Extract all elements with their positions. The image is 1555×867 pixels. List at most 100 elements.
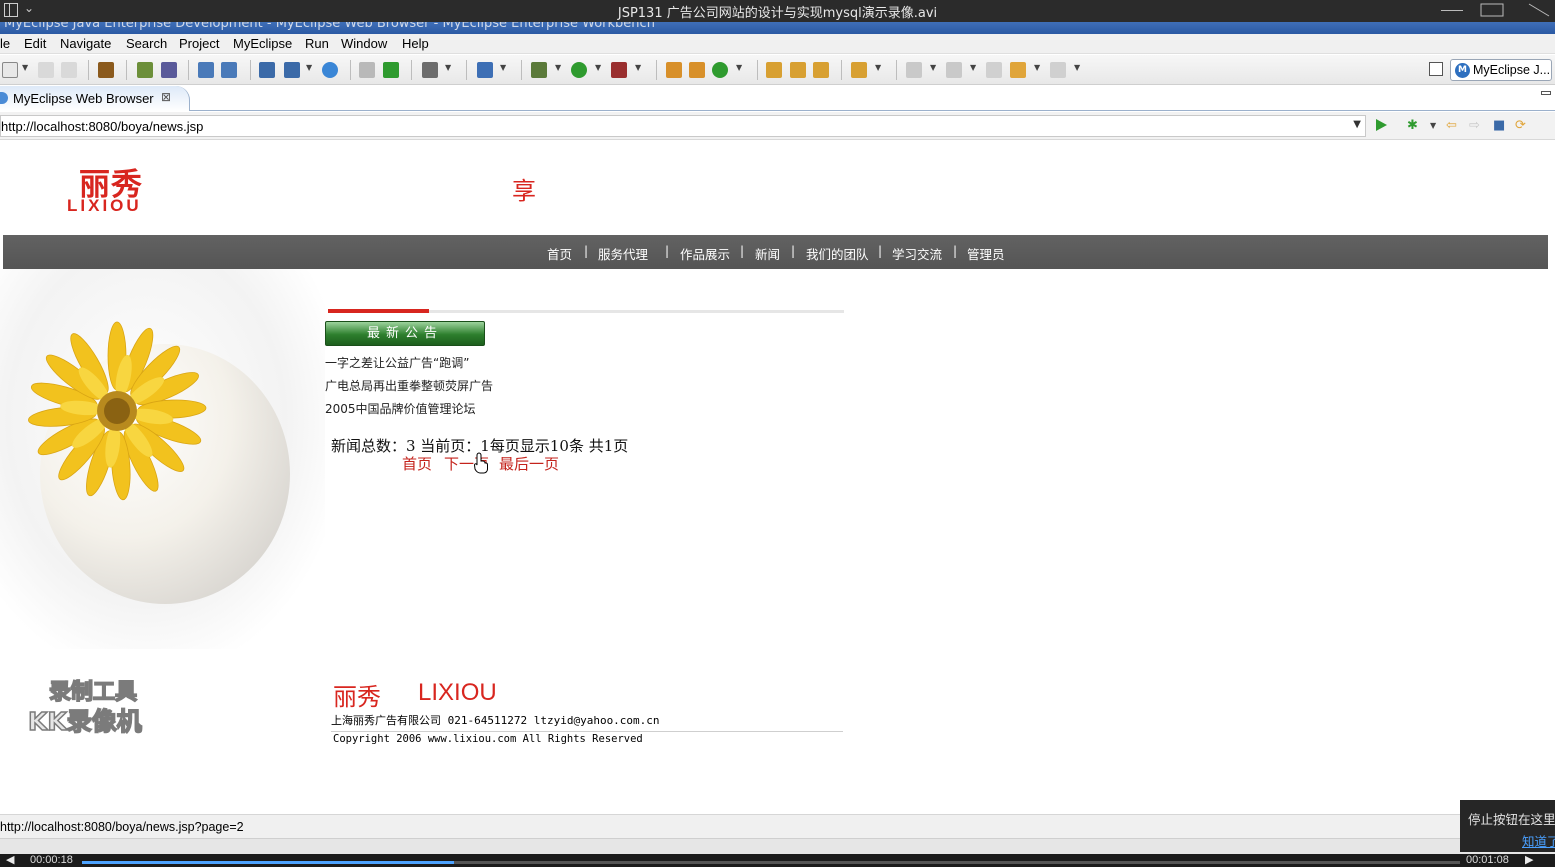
last-edit-icon[interactable] (986, 62, 1002, 78)
save-icon[interactable] (38, 62, 54, 78)
open-file-icon[interactable] (813, 62, 829, 78)
pager-first[interactable]: 首页 (402, 453, 432, 474)
menu-file[interactable]: le (0, 36, 10, 51)
nav-home[interactable]: 首页 (547, 244, 572, 263)
open-folder-icon[interactable] (766, 62, 782, 78)
folder-icon[interactable] (851, 62, 867, 78)
nav-admin[interactable]: 管理员 (967, 244, 1005, 263)
open-perspective-icon[interactable] (1429, 62, 1443, 76)
flower-icon (28, 321, 207, 501)
next-frame-icon[interactable]: ▶ (1525, 853, 1533, 866)
player-title-bar: ⌄ JSP131 广告公司网站的设计与实现mysql演示录像.avi (0, 0, 1555, 22)
chevron-down-icon[interactable]: ▼ (930, 63, 936, 72)
forward-arrow-icon[interactable] (1050, 62, 1066, 78)
chevron-down-icon[interactable]: ▼ (1353, 119, 1361, 130)
duration: 00:01:08 (1466, 854, 1509, 866)
add-icon[interactable] (383, 62, 399, 78)
nav-works[interactable]: 作品展示 (680, 244, 730, 263)
menu-window[interactable]: Window (341, 36, 387, 51)
main-toolbar: ▼ ▼ ▼ ▼ ▼ ▼ ▼ ▼ ▼ ▼ ▼ ▼ ▼ M MyEclipse J.… (0, 55, 1555, 85)
footer-copyright: Copyright 2006 www.lixiou.com All Rights… (333, 733, 643, 745)
stop-icon[interactable]: ■ (1493, 119, 1505, 133)
refresh-icon[interactable]: ⟳ (1515, 119, 1526, 133)
status-bar: http://localhost:8080/boya/news.jsp?page… (0, 814, 1555, 838)
package-icon[interactable] (98, 62, 114, 78)
seek-progress (82, 861, 455, 864)
section-divider (429, 310, 844, 313)
flower-image (0, 269, 325, 649)
deploy-icon[interactable] (198, 62, 214, 78)
chevron-down-icon[interactable]: ▼ (1034, 63, 1040, 72)
chevron-down-icon[interactable]: ▼ (555, 63, 561, 72)
open-type-icon[interactable] (259, 62, 275, 78)
tooltip-dismiss-link[interactable]: 知道了 (1522, 831, 1555, 850)
menu-edit[interactable]: Edit (24, 36, 46, 51)
prev-frame-icon[interactable]: ◀ (6, 853, 14, 866)
close-icon[interactable]: ⊠ (161, 90, 171, 104)
chevron-down-icon[interactable]: ▼ (970, 63, 976, 72)
tab-web-browser[interactable]: MyEclipse Web Browser ⊠ (0, 86, 190, 111)
chevron-down-icon[interactable]: ▼ (500, 63, 506, 72)
export-icon[interactable] (666, 62, 682, 78)
seek-bar[interactable] (82, 861, 1460, 864)
screenshot-icon[interactable] (422, 62, 438, 78)
window-controls[interactable] (1435, 0, 1555, 22)
footer-divider (331, 731, 843, 732)
menu-search[interactable]: Search (126, 36, 167, 51)
recorder-watermark: 录制工具 KK录像机 (27, 679, 142, 737)
menu-myeclipse[interactable]: MyEclipse (233, 36, 292, 51)
pin-icon[interactable] (790, 62, 806, 78)
globe-icon[interactable] (322, 62, 338, 78)
chevron-down-icon[interactable]: ▼ (875, 63, 881, 72)
browse-icon[interactable] (221, 62, 237, 78)
chevron-down-icon[interactable]: ▼ (306, 63, 312, 72)
chevron-down-icon[interactable]: ▼ (445, 63, 451, 72)
print-icon[interactable] (61, 62, 77, 78)
prev-annotation-icon[interactable] (946, 62, 962, 78)
menu-help[interactable]: Help (402, 36, 429, 51)
minimize-icon[interactable] (1541, 91, 1551, 95)
nav-team[interactable]: 我们的团队 (806, 244, 869, 263)
pager-last[interactable]: 最后一页 (499, 453, 559, 474)
site-logo-en[interactable]: LIXIOU (67, 196, 142, 216)
url-input[interactable]: http://localhost:8080/boya/news.jsp ▼ (0, 115, 1366, 137)
menu-bar: le Edit Navigate Search Project MyEclips… (0, 34, 1555, 54)
nav-news[interactable]: 新闻 (755, 244, 780, 263)
module-icon[interactable] (689, 62, 705, 78)
back-icon[interactable] (359, 62, 375, 78)
chevron-down-icon[interactable]: ▼ (736, 63, 742, 72)
menu-navigate[interactable]: Navigate (60, 36, 111, 51)
new-class-icon[interactable] (284, 62, 300, 78)
latest-notice-header: 最新公告 (325, 321, 485, 346)
back-arrow-icon[interactable] (1010, 62, 1026, 78)
chevron-down-icon[interactable]: ▼ (1430, 119, 1436, 133)
new-icon[interactable] (2, 62, 18, 78)
menu-run[interactable]: Run (305, 36, 329, 51)
refresh-icon[interactable] (712, 62, 728, 78)
perspective-switcher[interactable]: M MyEclipse J... (1450, 59, 1552, 81)
external-tools-icon[interactable] (611, 62, 627, 78)
section-accent-line (328, 309, 429, 313)
server-icon[interactable] (161, 62, 177, 78)
header-char: 享 (512, 177, 536, 205)
wizard-icon[interactable] (477, 62, 493, 78)
bug-icon[interactable] (531, 62, 547, 78)
chevron-down-icon[interactable]: ▼ (595, 63, 601, 72)
nav-services[interactable]: 服务代理 (598, 244, 648, 263)
notice-item[interactable]: 一字之差让公益广告“跑调” (325, 354, 469, 371)
forward-arrow-icon[interactable]: ⇨ (1469, 119, 1480, 133)
nav-learning[interactable]: 学习交流 (892, 244, 942, 263)
go-icon[interactable] (1376, 119, 1387, 131)
notice-item[interactable]: 广电总局再出重拳整顿荧屏广告 (325, 377, 493, 394)
back-arrow-icon[interactable]: ⇦ (1446, 119, 1457, 133)
favorites-icon[interactable]: ✱ (1407, 119, 1418, 133)
next-annotation-icon[interactable] (906, 62, 922, 78)
chevron-down-icon[interactable]: ▼ (1074, 63, 1080, 72)
player-title: JSP131 广告公司网站的设计与实现mysql演示录像.avi (617, 6, 938, 21)
run-icon[interactable] (571, 62, 587, 78)
notice-item[interactable]: 2005中国品牌价值管理论坛 (325, 400, 476, 417)
chevron-down-icon[interactable]: ▼ (635, 63, 641, 72)
chevron-down-icon[interactable]: ▼ (22, 63, 28, 72)
debug-icon[interactable] (137, 62, 153, 78)
menu-project[interactable]: Project (179, 36, 219, 51)
